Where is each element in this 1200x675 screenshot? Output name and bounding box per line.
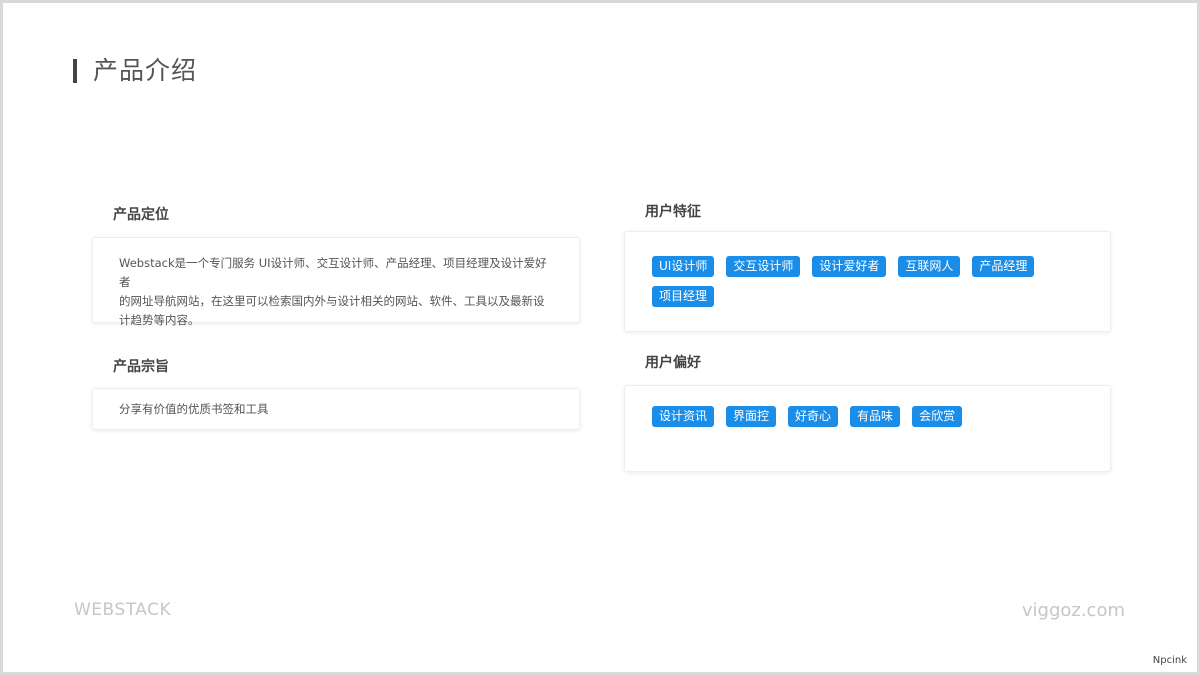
pref-tag: 界面控 — [726, 406, 777, 427]
purpose-heading: 产品宗旨 — [113, 359, 169, 375]
trait-tag: UI设计师 — [652, 256, 715, 277]
user-prefs-tags: 设计资讯 界面控 好奇心 有品味 会欣赏 — [652, 406, 1092, 427]
trait-tag: 设计爱好者 — [812, 256, 887, 277]
positioning-line-1: Webstack是一个专门服务 UI设计师、交互设计师、产品经理、项目经理及设计… — [119, 256, 547, 289]
title-accent-bar — [73, 59, 77, 83]
purpose-text: 分享有价值的优质书签和工具 — [119, 402, 269, 416]
purpose-card: 分享有价值的优质书签和工具 — [92, 388, 580, 430]
positioning-card: Webstack是一个专门服务 UI设计师、交互设计师、产品经理、项目经理及设计… — [92, 237, 580, 327]
positioning-line-3: 计趋势等内容。 — [119, 313, 200, 327]
user-traits-heading: 用户特征 — [645, 204, 701, 220]
pref-tag: 有品味 — [850, 406, 901, 427]
pref-tag: 会欣赏 — [912, 406, 963, 427]
trait-tag: 交互设计师 — [726, 256, 801, 277]
footer-site-url: viggoz.com — [1021, 600, 1125, 621]
footer-brand: WEBSTACK — [74, 600, 172, 620]
pref-tag: 好奇心 — [788, 406, 839, 427]
slide-frame: 产品介绍 产品定位 Webstack是一个专门服务 UI设计师、交互设计师、产品… — [0, 0, 1200, 675]
user-traits-card: UI设计师 交互设计师 设计爱好者 互联网人 产品经理 项目经理 — [624, 231, 1111, 332]
trait-tag: 项目经理 — [652, 286, 715, 307]
user-prefs-heading: 用户偏好 — [645, 355, 701, 371]
watermark: Npcink — [1152, 655, 1187, 666]
positioning-line-2: 的网址导航网站，在这里可以检索国内外与设计相关的网站、软件、工具以及最新设 — [119, 294, 545, 308]
pref-tag: 设计资讯 — [652, 406, 715, 427]
page-header: 产品介绍 — [73, 55, 197, 87]
user-traits-tags: UI设计师 交互设计师 设计爱好者 互联网人 产品经理 项目经理 — [652, 256, 1092, 307]
page-title: 产品介绍 — [93, 56, 198, 85]
positioning-heading: 产品定位 — [113, 207, 169, 223]
trait-tag: 互联网人 — [898, 256, 961, 277]
trait-tag: 产品经理 — [972, 256, 1035, 277]
user-prefs-card: 设计资讯 界面控 好奇心 有品味 会欣赏 — [624, 385, 1111, 472]
